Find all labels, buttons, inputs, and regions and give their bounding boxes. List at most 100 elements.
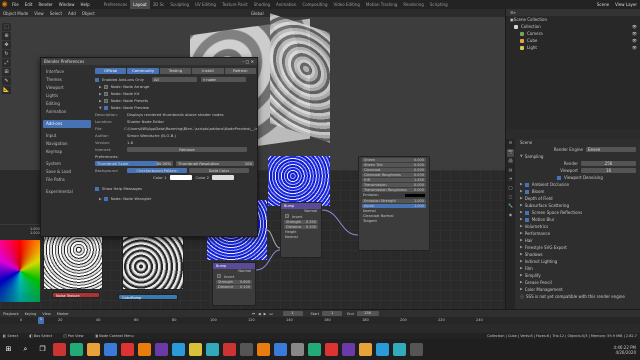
tab-3dsc[interactable]: 3D Sc xyxy=(150,0,168,9)
tab-scripting[interactable]: Scripting xyxy=(427,0,451,9)
section-checkbox[interactable] xyxy=(524,217,529,222)
expand-arrow-icon[interactable]: ▶ xyxy=(520,251,523,258)
bsdf-field[interactable]: Transmission 0.000 xyxy=(362,183,426,187)
tab-sculpting[interactable]: Sculpting xyxy=(167,0,192,9)
frame-ruler[interactable]: 0 20 40 60 80 100 120 140 160 180 200 220 240 xyxy=(0,317,640,324)
bump2-strength-field[interactable]: Strength 0.600 xyxy=(216,280,252,284)
expand-arrow-icon[interactable]: ▶ xyxy=(99,92,102,96)
play-icon[interactable]: ▶ xyxy=(264,312,267,316)
search-icon[interactable]: ⌕ xyxy=(19,343,32,356)
expand-arrow-icon[interactable]: ▶ xyxy=(520,286,523,293)
menu-select[interactable]: Select xyxy=(47,11,65,16)
collapse-arrow-icon[interactable]: ▼ xyxy=(99,106,102,110)
prefs-sidebar-navigation[interactable]: Navigation xyxy=(43,140,91,148)
outliner-item-light[interactable]: Light 👁 xyxy=(506,44,640,51)
tab-video-editing[interactable]: Video Editing xyxy=(331,0,363,9)
scene-tab-icon[interactable]: ◔ xyxy=(507,176,514,184)
object-tab-icon[interactable]: ▢ xyxy=(507,194,514,202)
menu-playback[interactable]: Playback xyxy=(0,312,22,316)
cursor-tool-icon[interactable]: ⊕ xyxy=(2,32,11,41)
expand-arrow-icon[interactable]: ▶ xyxy=(520,223,523,230)
tab-official[interactable]: Official xyxy=(95,68,127,74)
clock[interactable]: 4:46:22 PM 4/26/2020 xyxy=(613,345,640,355)
minimize-icon[interactable]: – xyxy=(242,59,244,64)
select-tool-icon[interactable]: ⬚ xyxy=(2,23,11,32)
addon-kit-checkbox[interactable] xyxy=(103,91,108,96)
tool-tab-icon[interactable]: ⚙ xyxy=(507,140,514,148)
section-subsurface-scattering[interactable]: ▶ Subsurface Scattering xyxy=(517,202,639,209)
prefs-sidebar-lights[interactable]: Lights xyxy=(43,92,91,100)
outliner-scene-collection[interactable]: ▣ Scene Collection xyxy=(506,16,640,23)
section-ambient-occlusion[interactable]: ▶ Ambient Occlusion xyxy=(517,181,639,188)
noise-texture-header[interactable]: Noise Texture xyxy=(52,292,100,298)
prefs-sidebar-animation[interactable]: Animation xyxy=(43,108,91,116)
addon-row-wrangler[interactable]: ▶ Node: Node Wrangler xyxy=(95,195,257,202)
color1-swatch[interactable] xyxy=(169,175,192,180)
transform-tool-icon[interactable]: ⊞ xyxy=(2,68,11,77)
enabled-only-checkbox[interactable] xyxy=(95,77,99,82)
move-tool-icon[interactable]: ✥ xyxy=(2,41,11,50)
outliner[interactable]: ☰ ⌕ ▣ Scene Collection Collection 👁 Camera… xyxy=(506,9,640,129)
prefs-sidebar-system[interactable]: System xyxy=(43,160,91,168)
app-icon-8[interactable] xyxy=(206,343,219,356)
colorramp-header[interactable]: ColorRamp xyxy=(118,294,178,300)
expand-arrow-icon[interactable]: ▶ xyxy=(520,181,523,188)
menu-edit[interactable]: Edit xyxy=(22,2,36,7)
scene-selector[interactable]: Scene xyxy=(594,2,612,7)
app-icon-15[interactable] xyxy=(325,343,338,356)
close-icon[interactable]: ✕ xyxy=(251,59,254,64)
app-icon-11[interactable] xyxy=(257,343,270,356)
orientation-dropdown[interactable]: Global xyxy=(248,11,267,16)
task-view-icon[interactable]: ❐ xyxy=(36,343,49,356)
section-motion-blur[interactable]: ▶ Motion Blur xyxy=(517,216,639,223)
blender-logo-icon[interactable]: ◉ xyxy=(0,0,9,9)
modifier-tab-icon[interactable]: 🔧 xyxy=(507,203,514,211)
addon-row-arrange[interactable]: ▶ Node: Node Arrange xyxy=(95,83,257,90)
thumbnail-resolution-field[interactable]: Thumbnail Resolution 100 xyxy=(176,161,254,166)
tab-preferences[interactable]: Preferences xyxy=(101,0,131,9)
tab-motion-tracking[interactable]: Motion Tracking xyxy=(363,0,400,9)
bsdf-field[interactable]: Sheen 0.000 xyxy=(362,158,426,162)
app-icon-7[interactable] xyxy=(189,343,202,356)
addon-row-kit[interactable]: ▶ Node: Node Kit xyxy=(95,90,257,97)
bump1-distance-field[interactable]: Distance 0.100 xyxy=(284,225,318,229)
prefs-sidebar-editing[interactable]: Editing xyxy=(43,100,91,108)
section-film[interactable]: ▶ Film xyxy=(517,265,639,272)
menu-help[interactable]: Help xyxy=(77,2,92,7)
bump1-invert[interactable]: Invert xyxy=(281,214,321,219)
rotate-tool-icon[interactable]: ↻ xyxy=(2,50,11,59)
render-tab-icon[interactable]: 📷 xyxy=(507,149,514,157)
prefs-sidebar-save-load[interactable]: Save & Load xyxy=(43,168,91,176)
app-icon-5[interactable] xyxy=(155,343,168,356)
outliner-search-icon[interactable]: ⌕ xyxy=(514,9,516,16)
bump-node-2[interactable]: Bump Normal Invert Strength 0.600 Distanc… xyxy=(212,262,256,306)
tab-shading[interactable]: Shading xyxy=(251,0,273,9)
app-icon-1[interactable] xyxy=(53,343,66,356)
prefs-sidebar-interface[interactable]: Interface xyxy=(43,68,91,76)
noise-texture-node[interactable] xyxy=(43,232,103,290)
section-shadows[interactable]: ▶ Shadows xyxy=(517,251,639,258)
section-checkbox[interactable] xyxy=(524,182,529,187)
app-icon-13[interactable] xyxy=(291,343,304,356)
visibility-eye-icon[interactable]: 👁 xyxy=(632,30,637,37)
app-icon-19[interactable] xyxy=(393,343,406,356)
expand-arrow-icon[interactable]: ▶ xyxy=(520,195,523,202)
menu-view[interactable]: View xyxy=(31,11,47,16)
menu-render[interactable]: Render xyxy=(35,2,55,7)
principled-bsdf-node[interactable]: Sheen 0.000 Sheen Tint 0.500 Clearcoat 0.000 C… xyxy=(358,156,430,251)
addon-wrangler-checkbox[interactable] xyxy=(103,196,108,201)
section-simplify[interactable]: ▶ Simplify xyxy=(517,272,639,279)
jump-end-icon[interactable]: ⏭ xyxy=(269,312,272,316)
bsdf-field[interactable]: Alpha 1.000 xyxy=(362,204,426,208)
prefs-sidebar-add-ons[interactable]: Add-ons xyxy=(43,120,91,128)
end-frame-field[interactable]: 250 xyxy=(356,311,379,316)
refresh-button[interactable]: Refresh xyxy=(224,68,257,74)
addon-arrange-checkbox[interactable] xyxy=(103,84,108,89)
outliner-item-cube[interactable]: Cube 👁 xyxy=(506,37,640,44)
bump2-distance-field[interactable]: Distance 0.100 xyxy=(216,285,252,289)
expand-arrow-icon[interactable]: ▶ xyxy=(99,85,102,89)
prefs-titlebar[interactable]: Blender Preferences – □ ✕ xyxy=(41,58,257,65)
app-icon-17[interactable] xyxy=(359,343,372,356)
prefs-sidebar-input[interactable]: Input xyxy=(43,132,91,140)
tab-uv-editing[interactable]: UV Editing xyxy=(192,0,219,9)
